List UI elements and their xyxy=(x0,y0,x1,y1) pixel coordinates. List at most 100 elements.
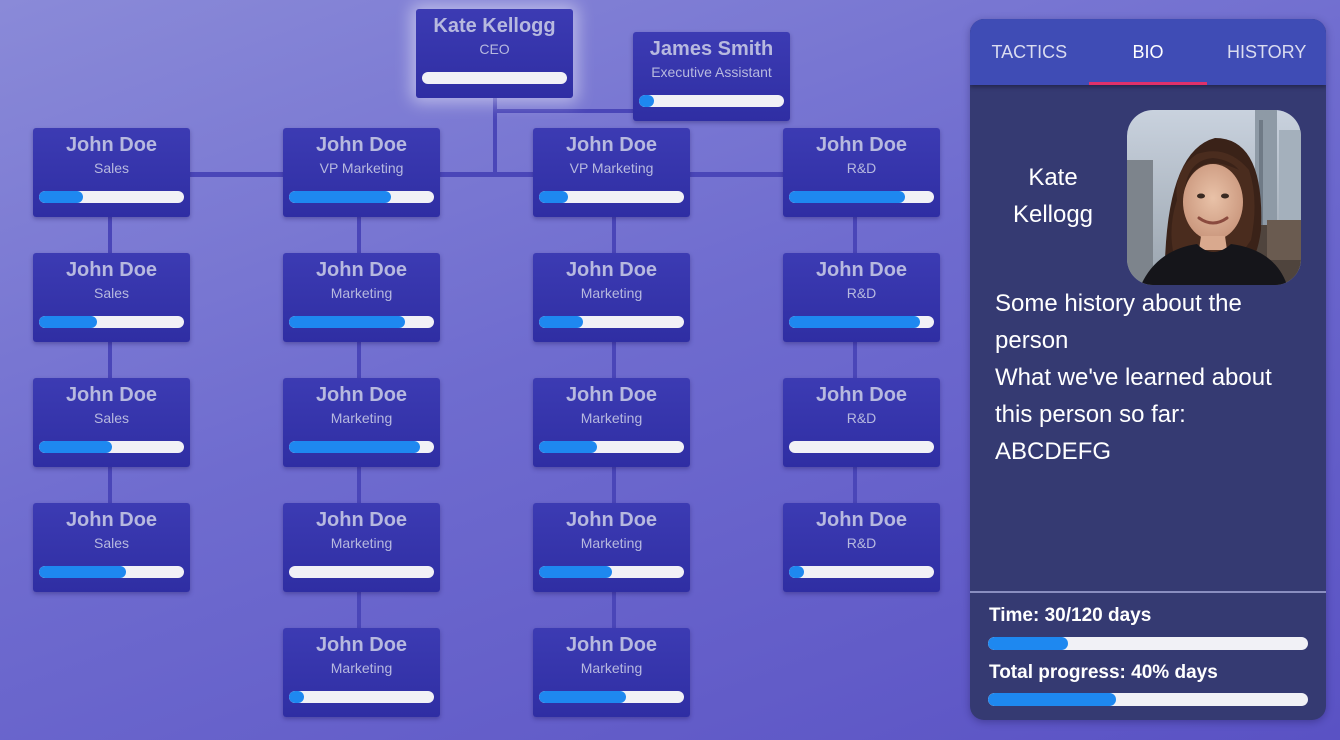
node-progress-bar xyxy=(39,441,184,453)
node-progress-fill xyxy=(289,191,391,203)
node-progress-bar xyxy=(639,95,784,107)
node-name: John Doe xyxy=(565,259,658,281)
node-progress-bar xyxy=(422,72,567,84)
node-name: John Doe xyxy=(565,134,658,156)
node-progress-fill xyxy=(539,566,612,578)
node-name: John Doe xyxy=(315,134,408,156)
org-node[interactable]: John Doe Marketing xyxy=(533,628,690,717)
node-role: R&D xyxy=(846,285,877,301)
org-node[interactable]: John Doe R&D xyxy=(783,128,940,217)
node-name: John Doe xyxy=(315,384,408,406)
node-name: James Smith xyxy=(649,38,774,60)
node-name: John Doe xyxy=(65,384,158,406)
total-progress-fill xyxy=(988,693,1116,706)
org-node-executive-assistant[interactable]: James Smith Executive Assistant xyxy=(633,32,790,121)
org-node[interactable]: John Doe Marketing xyxy=(283,503,440,592)
person-detail-panel: TACTICS BIO HISTORY Kate Kellogg Some hi… xyxy=(970,19,1326,720)
org-node[interactable]: John Doe Marketing xyxy=(283,378,440,467)
org-node[interactable]: John Doe Sales xyxy=(33,503,190,592)
org-node[interactable]: John Doe R&D xyxy=(783,378,940,467)
node-progress-bar xyxy=(39,566,184,578)
org-node[interactable]: John Doe VP Marketing xyxy=(533,128,690,217)
bio-person-name: Kate Kellogg xyxy=(1012,164,1094,228)
node-name: John Doe xyxy=(815,509,908,531)
org-node-ceo[interactable]: Kate Kellogg CEO xyxy=(416,9,573,98)
node-progress-bar xyxy=(789,566,934,578)
node-role: Marketing xyxy=(330,410,393,426)
tab-bio[interactable]: BIO xyxy=(1088,19,1208,85)
connector-line xyxy=(110,172,860,177)
node-name: John Doe xyxy=(565,509,658,531)
org-node[interactable]: John Doe Sales xyxy=(33,253,190,342)
tab-history[interactable]: HISTORY xyxy=(1207,19,1326,85)
node-name: John Doe xyxy=(815,384,908,406)
node-progress-bar xyxy=(539,441,684,453)
org-node[interactable]: John Doe Marketing xyxy=(533,253,690,342)
node-name: John Doe xyxy=(315,259,408,281)
node-name: John Doe xyxy=(65,134,158,156)
node-progress-fill xyxy=(39,316,97,328)
org-node[interactable]: John Doe Sales xyxy=(33,378,190,467)
node-name: John Doe xyxy=(565,384,658,406)
org-node[interactable]: John Doe Marketing xyxy=(533,503,690,592)
node-progress-fill xyxy=(39,441,112,453)
node-progress-fill xyxy=(789,566,804,578)
node-role: Sales xyxy=(93,410,130,426)
node-role: Marketing xyxy=(330,535,393,551)
node-progress-fill xyxy=(39,191,83,203)
time-progress-fill xyxy=(988,637,1068,650)
node-name: John Doe xyxy=(815,134,908,156)
node-role: Sales xyxy=(93,160,130,176)
node-role: Sales xyxy=(93,285,130,301)
node-role: VP Marketing xyxy=(319,160,404,176)
node-progress-fill xyxy=(289,316,405,328)
node-progress-fill xyxy=(789,191,905,203)
node-progress-fill xyxy=(639,95,654,107)
node-role: Executive Assistant xyxy=(651,64,772,80)
node-role: Marketing xyxy=(580,285,643,301)
node-progress-fill xyxy=(539,441,597,453)
node-progress-bar xyxy=(539,191,684,203)
node-progress-fill xyxy=(539,316,583,328)
node-role: Marketing xyxy=(580,660,643,676)
time-progress-bar xyxy=(988,637,1308,650)
tab-tactics[interactable]: TACTICS xyxy=(970,19,1089,85)
node-role: Marketing xyxy=(580,410,643,426)
node-progress-bar xyxy=(289,316,434,328)
node-role: R&D xyxy=(846,535,877,551)
node-role: R&D xyxy=(846,410,877,426)
org-node[interactable]: John Doe Sales xyxy=(33,128,190,217)
total-progress-bar xyxy=(988,693,1308,706)
node-progress-bar xyxy=(539,316,684,328)
node-progress-fill xyxy=(539,691,626,703)
node-name: John Doe xyxy=(65,509,158,531)
org-node[interactable]: John Doe Marketing xyxy=(533,378,690,467)
node-progress-bar xyxy=(539,691,684,703)
panel-footer: Time: 30/120 days Total progress: 40% da… xyxy=(970,591,1326,720)
panel-tabs: TACTICS BIO HISTORY xyxy=(970,19,1326,85)
node-progress-bar xyxy=(789,441,934,453)
org-node[interactable]: John Doe Marketing xyxy=(283,628,440,717)
node-progress-fill xyxy=(289,691,304,703)
org-node[interactable]: John Doe Marketing xyxy=(283,253,440,342)
node-role: R&D xyxy=(846,160,877,176)
bio-description: Some history about the person What we've… xyxy=(995,290,1272,465)
node-progress-bar xyxy=(289,191,434,203)
node-progress-bar xyxy=(39,316,184,328)
node-progress-bar xyxy=(39,191,184,203)
total-progress-label: Total progress: 40% days xyxy=(989,662,1218,683)
node-progress-fill xyxy=(39,566,126,578)
node-progress-fill xyxy=(289,441,420,453)
node-progress-bar xyxy=(289,691,434,703)
person-photo xyxy=(1127,110,1301,285)
node-progress-bar xyxy=(289,566,434,578)
node-role: VP Marketing xyxy=(569,160,654,176)
node-name: Kate Kellogg xyxy=(433,15,556,37)
org-node[interactable]: John Doe R&D xyxy=(783,503,940,592)
node-name: John Doe xyxy=(315,634,408,656)
node-role: CEO xyxy=(479,41,510,57)
node-progress-bar xyxy=(289,441,434,453)
node-name: John Doe xyxy=(65,259,158,281)
org-node[interactable]: John Doe VP Marketing xyxy=(283,128,440,217)
org-node[interactable]: John Doe R&D xyxy=(783,253,940,342)
